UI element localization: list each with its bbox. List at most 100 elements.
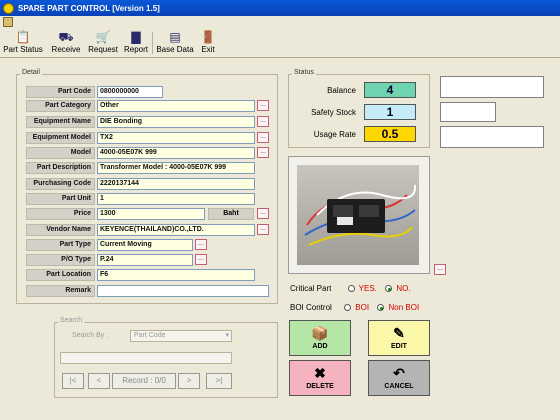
critical-no-label: NO. [396,284,411,293]
database-icon: ▤ [169,30,181,44]
part-location-field[interactable]: F6 [97,269,255,281]
equipment-model-label: Equipment Model [26,132,95,144]
critical-no-radio[interactable] [385,285,393,293]
currency-lookup-button[interactable]: ... [257,208,269,219]
part-location-label: Part Location [26,269,95,281]
search-frame-label: Search [58,317,85,324]
search-text-input[interactable] [60,352,232,364]
first-record-button[interactable]: |< [62,373,84,389]
system-menu-icon[interactable] [3,17,13,27]
base-data-label: Base Data [156,45,194,54]
critical-yes-radio[interactable] [347,285,355,293]
price-label: Price [26,208,95,220]
clipboard-icon: 📋 [15,30,31,44]
equipment-name-label: Equipment Name [26,116,95,128]
safety-stock-value: 1 [364,104,416,120]
exit-door-icon: 🚪 [200,30,216,44]
delete-button[interactable]: ✖ DELETE [289,360,351,396]
model-field[interactable]: 4000-05E07K 999 [97,147,255,159]
part-description-field[interactable]: Transformer Model : 4000-05E07K 999 [97,162,255,174]
part-status-label: Part Status [3,45,43,54]
boi-radio[interactable] [344,304,352,312]
search-by-label: Search By : [72,332,109,339]
request-button[interactable]: 🛒 Request [86,28,120,58]
critical-yes-label: YES. [358,284,377,293]
part-type-lookup-button[interactable]: ... [195,239,207,250]
bar-chart-icon: ▇ [131,30,141,44]
boi-control-label: BOI Control [290,303,332,312]
base-data-button[interactable]: ▤ Base Data [155,28,195,58]
equipment-name-lookup-button[interactable]: ... [257,116,269,127]
chevron-down-icon: ▾ [225,332,229,339]
currency-label: Baht [208,208,254,220]
usage-note-box [440,126,544,148]
purchasing-code-field[interactable]: 2220137144 [97,178,255,190]
edit-button[interactable]: ✎ EDIT [368,320,430,356]
part-unit-label: Part Unit [26,193,95,205]
toolbar-separator [152,32,153,54]
model-label: Model [26,147,95,159]
part-description-label: Part Description [26,162,95,174]
prev-record-button[interactable]: < [88,373,110,389]
search-by-select[interactable]: Part Code ▾ [130,330,232,342]
detail-frame-label: Detail [20,69,42,76]
safety-stock-label: Safety Stock [311,108,356,117]
part-status-button[interactable]: 📋 Part Status [2,28,44,58]
next-record-button[interactable]: > [178,373,200,389]
boi-label: BOI [355,303,370,312]
cart-icon: 🛒 [95,30,111,44]
app-smiley-icon [3,2,14,14]
po-type-label: P/O Type [26,254,95,266]
report-button[interactable]: ▇ Report [122,28,150,58]
purchasing-code-label: Purchasing Code [26,178,95,190]
add-box-icon: 📦 [311,325,329,341]
receive-button[interactable]: ⛟ Receive [48,28,84,58]
balance-value: 4 [364,82,416,98]
model-lookup-button[interactable]: ... [257,147,269,158]
part-photo-frame [288,156,430,274]
part-code-label: Part Code [26,86,95,98]
part-type-field[interactable]: Current Moving [97,239,193,251]
search-by-value: Part Code [134,332,166,339]
part-category-lookup-button[interactable]: ... [257,100,269,111]
balance-note-box [440,76,544,98]
part-unit-field[interactable]: 1 [97,193,255,205]
usage-rate-value: 0.5 [364,126,416,142]
status-frame-label: Status [292,69,316,76]
part-photo [297,165,419,265]
exit-label: Exit [201,45,215,54]
delete-icon: ✖ [314,365,326,381]
add-label: ADD [312,343,328,350]
transformer-image [304,184,417,246]
last-record-button[interactable]: >| [206,373,232,389]
part-type-label: Part Type [26,239,95,251]
menu-bar [0,16,560,28]
part-code-field[interactable]: 0800000000 [97,86,163,98]
title-bar: SPARE PART CONTROL [Version 1.5] [0,0,560,16]
price-field[interactable]: 1300 [97,208,205,220]
non-boi-label: Non BOI [388,303,420,312]
vendor-lookup-button[interactable]: ... [257,224,269,235]
vendor-name-field[interactable]: KEYENCE(THAILAND)CO.,LTD. [97,224,255,236]
cancel-icon: ↶ [393,365,405,381]
non-boi-radio[interactable] [377,304,385,312]
critical-part-group: Critical Part YES. NO. [290,284,411,293]
equipment-name-field[interactable]: DIE Bonding [97,116,255,128]
edit-label: EDIT [391,343,407,350]
exit-button[interactable]: 🚪 Exit [198,28,218,58]
safety-note-box [440,102,496,122]
cancel-button[interactable]: ↶ CANCEL [368,360,430,396]
remark-field[interactable] [97,285,269,297]
part-category-field[interactable]: Other [97,100,255,112]
add-button[interactable]: 📦 ADD [289,320,351,356]
po-type-field[interactable]: P.24 [97,254,193,266]
request-label: Request [88,45,118,54]
photo-browse-button[interactable]: ... [434,264,446,275]
usage-rate-label: Usage Rate [313,130,356,139]
toolbar: 📋 Part Status ⛟ Receive 🛒 Request ▇ Repo… [0,28,560,58]
equipment-model-lookup-button[interactable]: ... [257,132,269,143]
equipment-model-field[interactable]: TX2 [97,132,255,144]
receive-label: Receive [51,45,81,54]
cancel-label: CANCEL [384,383,414,390]
po-type-lookup-button[interactable]: ... [195,254,207,265]
